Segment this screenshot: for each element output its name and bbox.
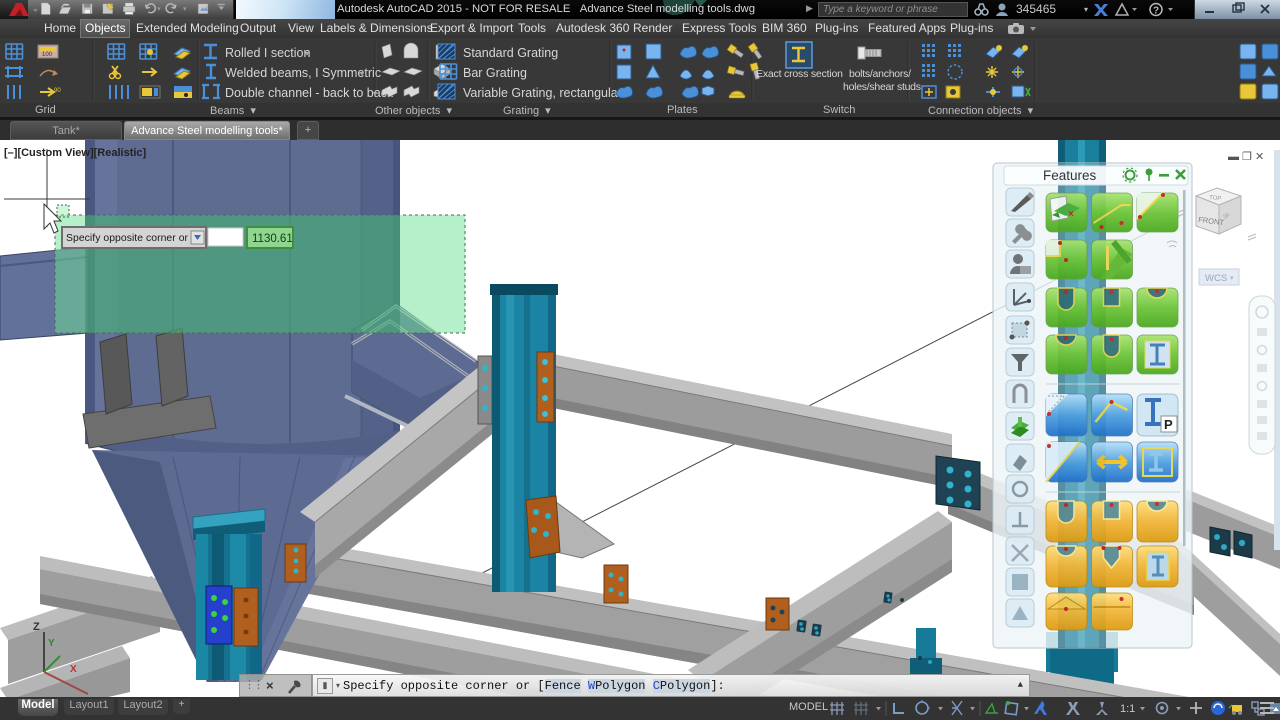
svg-text:Double channel - back to back: Double channel - back to back: [225, 86, 394, 100]
svg-text:?: ?: [1153, 6, 1159, 17]
svg-text:bolts/anchors/: bolts/anchors/: [849, 68, 911, 80]
svg-text:▾: ▾: [1230, 275, 1234, 282]
svg-text:Exact cross section: Exact cross section: [756, 68, 843, 80]
svg-text:Standard Grating: Standard Grating: [463, 46, 558, 60]
svg-text:▾: ▾: [305, 49, 309, 58]
svg-text:Welded beams, I Symmetric: Welded beams, I Symmetric: [225, 66, 381, 80]
svg-text:P: P: [1164, 417, 1173, 432]
svg-text:Rolled I section: Rolled I section: [225, 46, 311, 60]
svg-text:1:1: 1:1: [1120, 703, 1135, 715]
svg-text:holes/shear studs: holes/shear studs: [843, 81, 921, 93]
svg-text:Features: Features: [1043, 168, 1097, 183]
svg-text:TOP: TOP: [1209, 195, 1222, 202]
svg-text:100: 100: [42, 52, 53, 58]
svg-text:▾: ▾: [373, 89, 377, 98]
svg-text:Bar Grating: Bar Grating: [463, 66, 527, 80]
svg-text:90: 90: [54, 88, 61, 94]
svg-text:WCS: WCS: [1205, 273, 1227, 284]
svg-text:×: ×: [1068, 209, 1074, 220]
svg-text:▾: ▾: [360, 69, 364, 78]
svg-text:Variable Grating, rectangular: Variable Grating, rectangular: [463, 86, 622, 100]
